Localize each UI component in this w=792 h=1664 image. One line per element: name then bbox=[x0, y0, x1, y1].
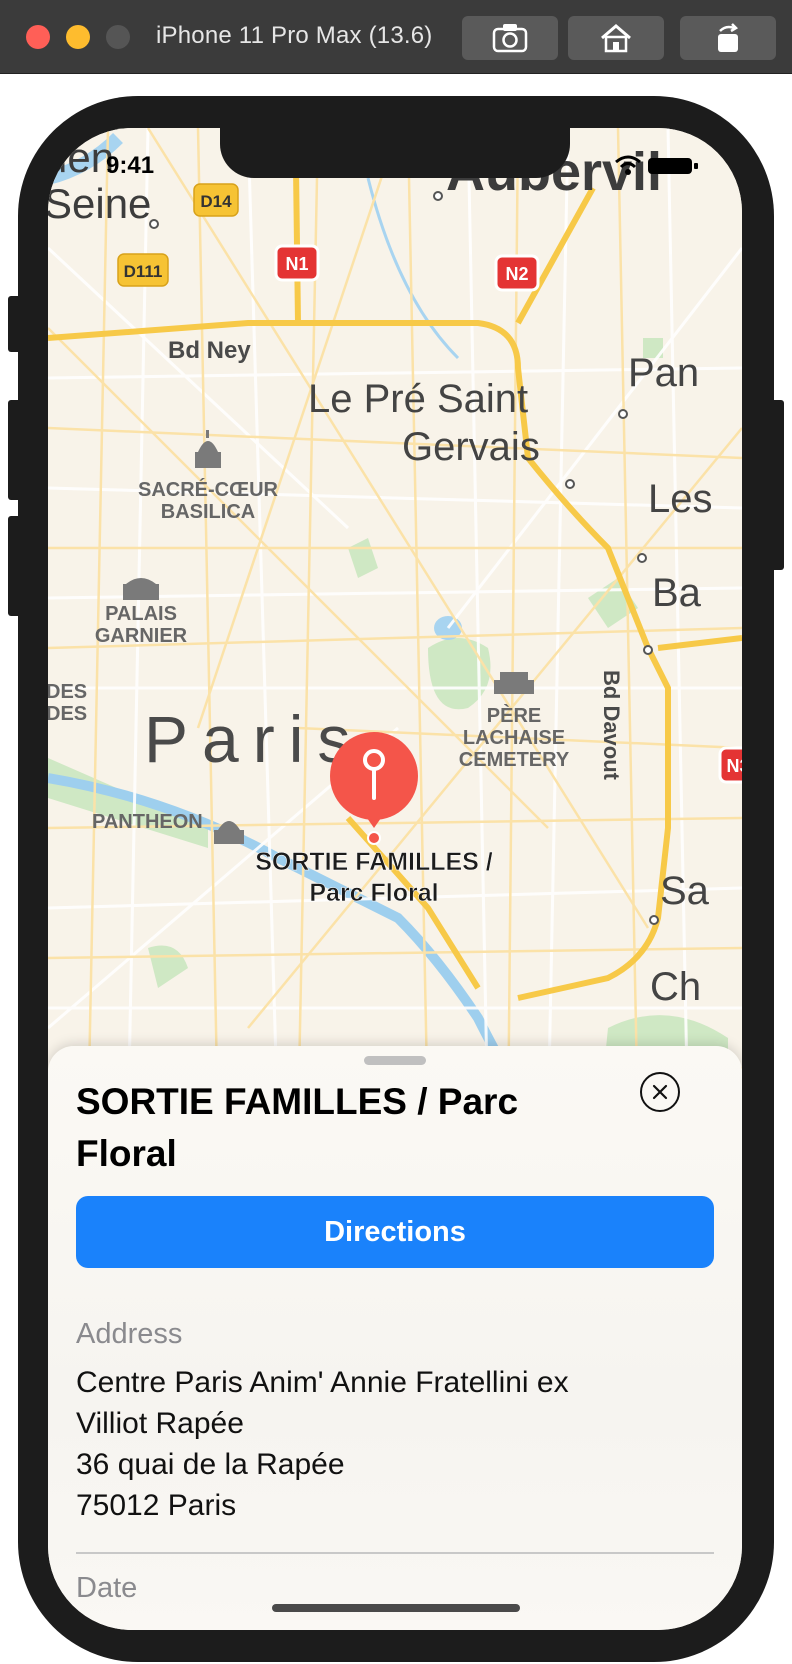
address-text: Centre Paris Anim' Annie Fratellini ex V… bbox=[76, 1362, 676, 1526]
rotate-icon bbox=[718, 23, 739, 52]
map-label-garnier: GARNIER bbox=[95, 625, 188, 647]
map-label-lachaise: LACHAISE bbox=[463, 727, 565, 749]
map-label-paris: Paris bbox=[144, 702, 364, 776]
date-label: Date bbox=[76, 1572, 138, 1604]
map-label-des-1: DES bbox=[48, 681, 87, 703]
zoom-window-button[interactable] bbox=[106, 25, 130, 49]
sheet-grabber[interactable] bbox=[364, 1056, 426, 1065]
map-label-seine: Seine bbox=[48, 180, 151, 227]
map-label-sa: Sa bbox=[660, 869, 710, 913]
simulator-toolbar: iPhone 11 Pro Max (13.6) bbox=[0, 0, 792, 74]
pere-lachaise-icon bbox=[494, 672, 534, 694]
map-label-bd-ney: Bd Ney bbox=[168, 337, 251, 364]
notch bbox=[220, 128, 570, 178]
road-shield-d14: D14 bbox=[193, 183, 239, 217]
address-line: 36 quai de la Rapée bbox=[76, 1448, 345, 1481]
wifi-icon bbox=[615, 155, 641, 175]
svg-text:D14: D14 bbox=[200, 192, 232, 211]
map-view[interactable]: D14 D111 N1 N2 N3 bbox=[48, 128, 742, 1128]
map-label-basilica: BASILICA bbox=[161, 501, 255, 523]
screenshot-button[interactable] bbox=[462, 16, 558, 60]
mute-switch[interactable] bbox=[8, 296, 22, 352]
map-label-ouen: uen bbox=[48, 134, 114, 181]
map-label-ba: Ba bbox=[652, 571, 702, 615]
section-divider bbox=[76, 1552, 714, 1554]
status-time: 9:41 bbox=[106, 152, 155, 179]
phone-screen: D14 D111 N1 N2 N3 bbox=[48, 128, 742, 1630]
map-label-sacre-coeur: SACRÉ-CŒUR bbox=[138, 478, 279, 501]
address-line: 75012 Paris bbox=[76, 1489, 237, 1522]
map-label-pere: PÈRE bbox=[487, 704, 541, 727]
rotate-button[interactable] bbox=[680, 16, 776, 60]
map-label-ch: Ch bbox=[650, 965, 701, 1009]
map-label-pantheon: PANTHEON bbox=[92, 811, 203, 833]
address-label: Address bbox=[76, 1318, 183, 1350]
volume-down-button[interactable] bbox=[8, 516, 22, 616]
pin-label-line-2: Parc Floral bbox=[309, 879, 438, 907]
road-shield-n2: N2 bbox=[494, 254, 540, 292]
svg-text:N1: N1 bbox=[285, 254, 308, 274]
pin-label-line-1: SORTIE FAMILLES / bbox=[255, 848, 493, 876]
directions-button[interactable]: Directions bbox=[76, 1196, 714, 1268]
home-button[interactable] bbox=[568, 16, 664, 60]
svg-text:N3: N3 bbox=[726, 756, 742, 776]
map-label-pan: Pan bbox=[628, 351, 699, 395]
road-shield-d111: D111 bbox=[117, 253, 169, 287]
power-button[interactable] bbox=[770, 400, 784, 570]
svg-text:D111: D111 bbox=[124, 262, 163, 281]
close-icon bbox=[652, 1084, 668, 1100]
place-details-sheet: SORTIE FAMILLES / Parc Floral Directions… bbox=[48, 1046, 742, 1630]
simulator-title: iPhone 11 Pro Max (13.6) bbox=[156, 22, 433, 49]
road-shield-n1: N1 bbox=[274, 244, 320, 282]
close-window-button[interactable] bbox=[26, 25, 50, 49]
status-icons bbox=[614, 154, 702, 181]
map-label-bd-davout: Bd Davout bbox=[599, 670, 624, 781]
battery-icon bbox=[648, 158, 698, 174]
road-shield-n3: N3 bbox=[718, 746, 742, 784]
map-label-palais: PALAIS bbox=[105, 603, 177, 625]
address-line: Centre Paris Anim' Annie Fratellini ex bbox=[76, 1366, 569, 1399]
map-label-des-2: DES bbox=[48, 703, 87, 725]
map-label-cemetery: CEMETERY bbox=[459, 749, 570, 771]
address-line: Villiot Rapée bbox=[76, 1407, 244, 1440]
home-indicator[interactable] bbox=[272, 1604, 520, 1612]
place-title: SORTIE FAMILLES / Parc Floral bbox=[76, 1081, 519, 1174]
screenshot-icon bbox=[492, 24, 528, 53]
map-label-les: Les bbox=[648, 477, 713, 521]
volume-up-button[interactable] bbox=[8, 400, 22, 500]
svg-text:N2: N2 bbox=[505, 264, 528, 284]
map-label-gervais: Gervais bbox=[402, 425, 540, 469]
close-button[interactable] bbox=[640, 1072, 680, 1112]
home-icon bbox=[601, 24, 631, 53]
map-label-le-pre: Le Pré Saint bbox=[308, 377, 528, 421]
minimize-window-button[interactable] bbox=[66, 25, 90, 49]
